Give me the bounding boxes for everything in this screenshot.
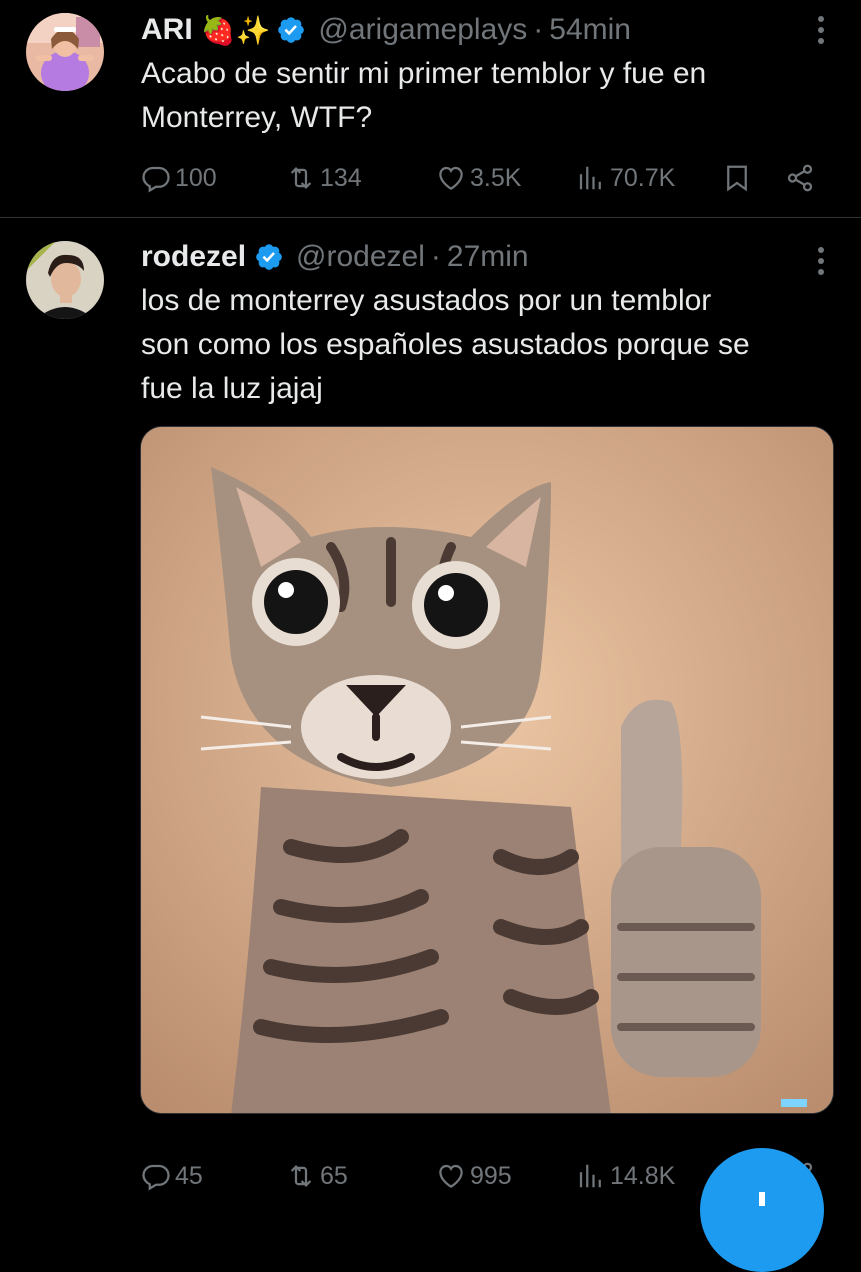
- verified-badge-icon: [254, 242, 284, 272]
- avatar[interactable]: [26, 13, 104, 91]
- like-count: 3.5K: [470, 163, 522, 192]
- reply-button[interactable]: 100: [141, 158, 217, 198]
- reply-count: 100: [175, 163, 217, 192]
- display-name[interactable]: ARI: [141, 13, 193, 47]
- handle[interactable]: @arigameplays: [318, 13, 527, 47]
- bookmark-icon: [727, 165, 747, 192]
- verified-badge-icon: [276, 15, 306, 45]
- handle[interactable]: @rodezel: [296, 240, 425, 274]
- views-count: 70.7K: [610, 163, 676, 192]
- avatar-image: [26, 241, 104, 319]
- tweet-divider: [0, 217, 861, 218]
- views-icon: [579, 1164, 601, 1188]
- retweet-count: 134: [320, 163, 362, 192]
- tweet-text: Acabo de sentir mi primer temblor y fue …: [141, 52, 841, 140]
- tweet-text-line: Acabo de sentir mi primer temblor y fue …: [141, 57, 707, 90]
- tweet-ari[interactable]: ARI 🍓✨ @arigameplays · 54min Acabo de se…: [0, 0, 861, 218]
- views-icon: [579, 166, 601, 190]
- cat-thumbs-up-image: [141, 427, 833, 1113]
- retweet-icon: [290, 167, 312, 189]
- timestamp[interactable]: 54min: [549, 13, 631, 47]
- tweet-text-line: Monterrey, WTF?: [141, 101, 373, 134]
- retweet-button[interactable]: 65: [286, 1156, 348, 1196]
- tweet-header: ARI 🍓✨ @arigameplays · 54min: [141, 12, 631, 48]
- tweet-text-line: fue la luz jajaj: [141, 372, 323, 405]
- share-button[interactable]: [785, 158, 815, 198]
- like-button[interactable]: 3.5K: [436, 158, 521, 198]
- reply-button[interactable]: 45: [141, 1156, 203, 1196]
- retweet-count: 65: [320, 1161, 348, 1190]
- retweet-button[interactable]: 134: [286, 158, 362, 198]
- views-button[interactable]: 14.8K: [576, 1156, 675, 1196]
- compose-plus-icon: [759, 1192, 765, 1206]
- avatar[interactable]: [26, 241, 104, 319]
- reply-icon: [142, 166, 170, 193]
- reply-icon: [142, 1164, 170, 1191]
- share-icon: [787, 164, 813, 192]
- tweet-text: los de monterrey asustados por un temblo…: [141, 279, 841, 411]
- tweet-text-line: son como los españoles asustados porque …: [141, 328, 750, 361]
- timestamp[interactable]: 27min: [447, 240, 529, 274]
- name-emojis: 🍓✨: [200, 14, 271, 46]
- tweet-header: rodezel @rodezel · 27min: [141, 239, 529, 275]
- avatar-image: [26, 13, 104, 91]
- compose-button[interactable]: [700, 1148, 824, 1272]
- bookmark-button[interactable]: [722, 158, 752, 198]
- action-bar: 100 134 3.5K 70.7K: [0, 158, 861, 198]
- views-button[interactable]: 70.7K: [576, 158, 675, 198]
- tweet-text-line: los de monterrey asustados por un temblo…: [141, 284, 712, 317]
- reply-count: 45: [175, 1161, 203, 1190]
- display-name[interactable]: rodezel: [141, 240, 246, 274]
- separator-dot: ·: [430, 240, 441, 273]
- heart-icon: [439, 1164, 463, 1188]
- like-button[interactable]: 995: [436, 1156, 512, 1196]
- more-vertical-icon[interactable]: [813, 10, 829, 50]
- separator-dot: ·: [533, 13, 544, 46]
- retweet-icon: [290, 1165, 312, 1187]
- like-count: 995: [470, 1161, 512, 1190]
- views-count: 14.8K: [610, 1161, 676, 1190]
- more-vertical-icon[interactable]: [813, 241, 829, 281]
- tweet-rodezel[interactable]: rodezel @rodezel · 27min los de monterre…: [0, 219, 861, 1200]
- heart-icon: [439, 166, 463, 190]
- tweet-image[interactable]: [140, 426, 834, 1114]
